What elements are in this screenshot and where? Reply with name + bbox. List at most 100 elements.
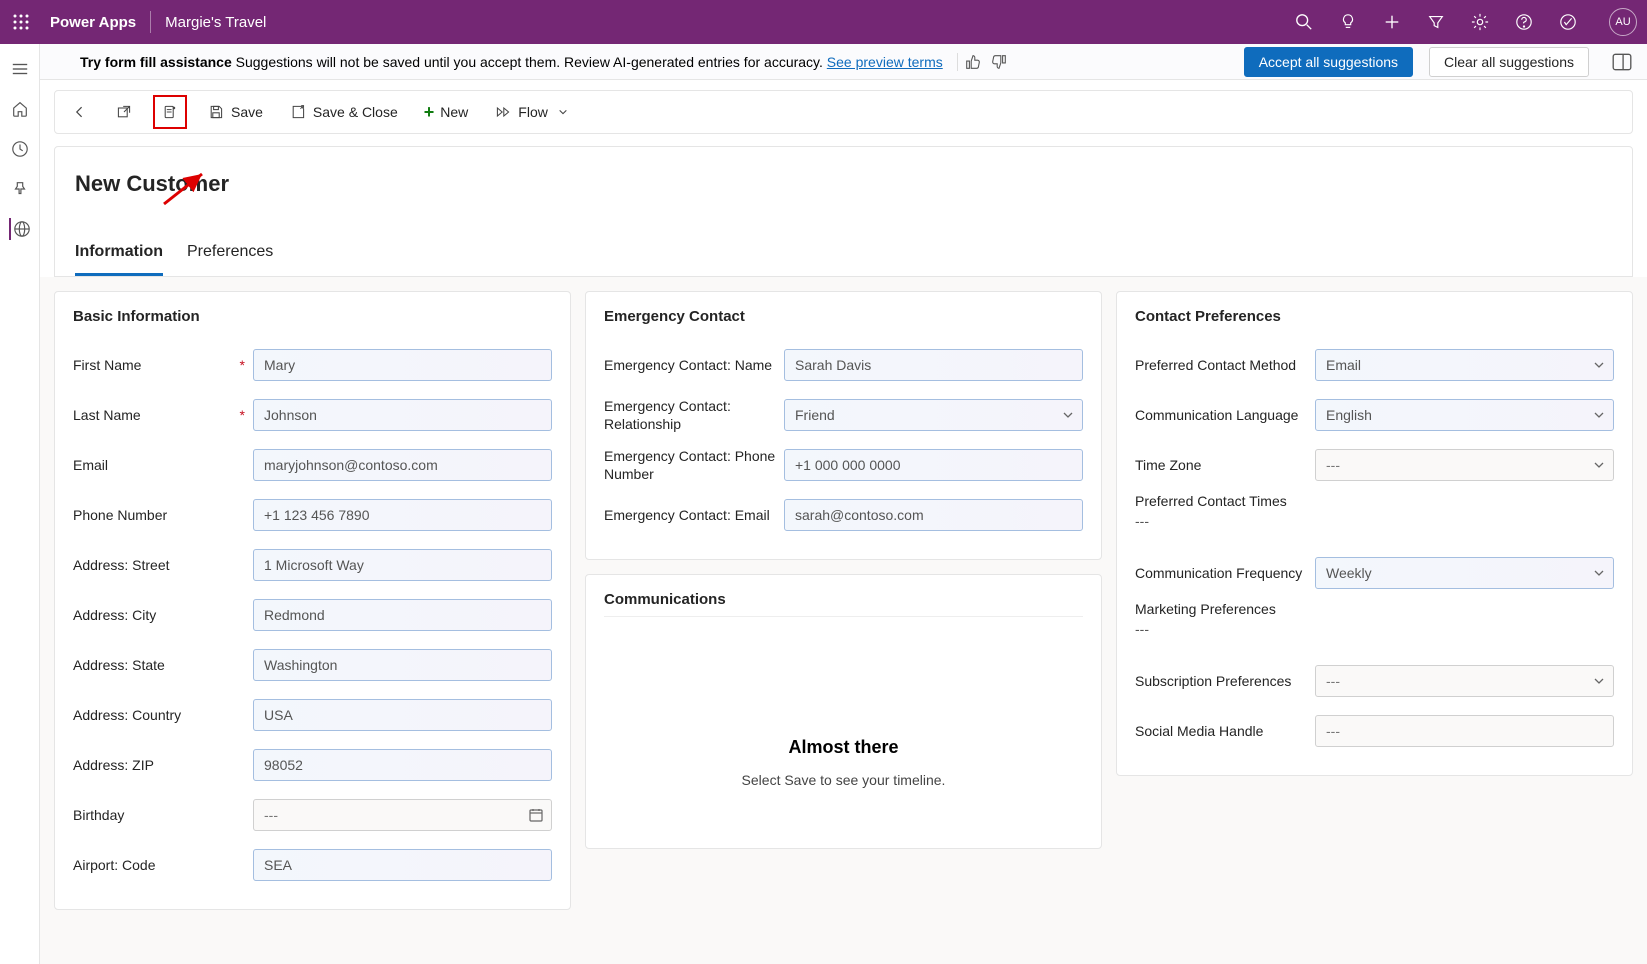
pref-social-label: Social Media Handle: [1135, 723, 1315, 739]
zip-input[interactable]: [253, 749, 552, 781]
phone-input[interactable]: [253, 499, 552, 531]
chevron-down-icon: [554, 103, 572, 121]
chevron-down-icon: [1593, 675, 1605, 687]
tab-information[interactable]: Information: [75, 243, 163, 276]
pref-timezone-select[interactable]: ---: [1315, 449, 1614, 481]
ec-phone-input[interactable]: [784, 449, 1083, 481]
help-icon[interactable]: [1513, 11, 1535, 33]
basic-info-title: Basic Information: [73, 308, 552, 325]
communications-section: Communications Almost there Select Save …: [585, 574, 1102, 849]
chevron-down-icon: [1593, 567, 1605, 579]
birthday-input[interactable]: [253, 799, 552, 831]
user-avatar[interactable]: AU: [1609, 8, 1637, 36]
app-name: Power Apps: [50, 14, 136, 31]
street-label: Address: Street: [73, 557, 253, 573]
ai-preview-terms-link[interactable]: See preview terms: [827, 54, 943, 70]
popout-icon: [115, 103, 133, 121]
airport-input[interactable]: [253, 849, 552, 881]
basic-information-section: Basic Information First Name* Last Name*…: [54, 291, 571, 910]
back-button[interactable]: [65, 99, 95, 125]
avatar-initials: AU: [1615, 16, 1630, 28]
main-content: Try form fill assistance Suggestions wil…: [40, 44, 1647, 964]
zip-label: Address: ZIP: [73, 757, 253, 773]
flow-icon: [494, 103, 512, 121]
open-new-window-button[interactable]: [109, 99, 139, 125]
email-input[interactable]: [253, 449, 552, 481]
communications-empty-msg: Select Save to see your timeline.: [624, 772, 1063, 788]
last-name-input[interactable]: [253, 399, 552, 431]
diagnostics-icon[interactable]: [1557, 11, 1579, 33]
pref-timezone-value: ---: [1326, 457, 1340, 473]
pref-frequency-value: Weekly: [1326, 565, 1372, 581]
tab-preferences[interactable]: Preferences: [187, 243, 273, 276]
thumbs-up-icon[interactable]: [964, 53, 982, 71]
pref-times-value: ---: [1135, 509, 1149, 533]
pref-language-value: English: [1326, 407, 1372, 423]
pref-method-select[interactable]: Email: [1315, 349, 1614, 381]
pref-language-select[interactable]: English: [1315, 399, 1614, 431]
nav-home-icon[interactable]: [9, 98, 31, 120]
app-launcher-icon[interactable]: [10, 11, 32, 33]
nav-recent-icon[interactable]: [9, 138, 31, 160]
first-name-input[interactable]: [253, 349, 552, 381]
nav-globe-icon[interactable]: [9, 218, 31, 240]
first-name-label: First Name*: [73, 357, 253, 373]
form-tabs: Information Preferences: [75, 243, 1612, 276]
pref-marketing-label: Marketing Preferences: [1135, 601, 1284, 617]
new-label: New: [440, 104, 468, 120]
ai-banner-text: Try form fill assistance Suggestions wil…: [80, 54, 943, 70]
left-nav-rail: [0, 44, 40, 964]
thumbs-down-icon[interactable]: [990, 53, 1008, 71]
ec-name-input[interactable]: [784, 349, 1083, 381]
form-header-card: New Customer Information Preferences: [54, 146, 1633, 277]
ec-relationship-select[interactable]: Friend: [784, 399, 1083, 431]
country-input[interactable]: [253, 699, 552, 731]
clear-all-suggestions-button[interactable]: Clear all suggestions: [1429, 47, 1589, 77]
plus-icon[interactable]: [1381, 11, 1403, 33]
save-and-close-button[interactable]: Save & Close: [283, 99, 404, 125]
pref-subscription-label: Subscription Preferences: [1135, 673, 1315, 689]
flow-button[interactable]: Flow: [488, 99, 578, 125]
phone-label: Phone Number: [73, 507, 253, 523]
state-input[interactable]: [253, 649, 552, 681]
airport-label: Airport: Code: [73, 857, 253, 873]
pref-marketing-value: ---: [1135, 617, 1149, 641]
nav-pin-icon[interactable]: [9, 178, 31, 200]
save-button[interactable]: Save: [201, 99, 269, 125]
ai-banner-body: Suggestions will not be saved until you …: [232, 54, 827, 70]
search-icon[interactable]: [1293, 11, 1315, 33]
pref-language-label: Communication Language: [1135, 407, 1315, 423]
settings-gear-icon[interactable]: [1469, 11, 1491, 33]
save-label: Save: [231, 104, 263, 120]
accept-all-suggestions-button[interactable]: Accept all suggestions: [1244, 47, 1413, 77]
ec-email-input[interactable]: [784, 499, 1083, 531]
country-label: Address: Country: [73, 707, 253, 723]
pref-frequency-select[interactable]: Weekly: [1315, 557, 1614, 589]
communications-empty-state: Almost there Select Save to see your tim…: [604, 617, 1083, 848]
pref-frequency-label: Communication Frequency: [1135, 565, 1315, 581]
new-button[interactable]: + New: [418, 100, 475, 124]
birthday-label: Birthday: [73, 807, 253, 823]
street-input[interactable]: [253, 549, 552, 581]
nav-hamburger-icon[interactable]: [9, 58, 31, 80]
save-close-label: Save & Close: [313, 104, 398, 120]
ec-relationship-label: Emergency Contact: Relationship: [604, 397, 784, 433]
calendar-icon[interactable]: [528, 807, 544, 823]
pref-times-label: Preferred Contact Times: [1135, 493, 1295, 509]
city-input[interactable]: [253, 599, 552, 631]
ec-name-label: Emergency Contact: Name: [604, 357, 784, 373]
pref-social-input[interactable]: [1315, 715, 1614, 747]
pref-timezone-label: Time Zone: [1135, 457, 1315, 473]
header-divider: [150, 11, 151, 33]
pref-subscription-select[interactable]: ---: [1315, 665, 1614, 697]
filter-icon[interactable]: [1425, 11, 1447, 33]
command-bar: Save Save & Close + New Flow: [54, 90, 1633, 134]
arrow-left-icon: [71, 103, 89, 121]
copilot-panel-icon[interactable]: [1611, 51, 1633, 73]
ec-relationship-value: Friend: [795, 407, 835, 423]
lightbulb-icon[interactable]: [1337, 11, 1359, 33]
pref-method-value: Email: [1326, 357, 1361, 373]
form-assist-icon: [161, 103, 179, 121]
chevron-down-icon: [1593, 359, 1605, 371]
form-fill-assist-button[interactable]: [153, 95, 187, 129]
